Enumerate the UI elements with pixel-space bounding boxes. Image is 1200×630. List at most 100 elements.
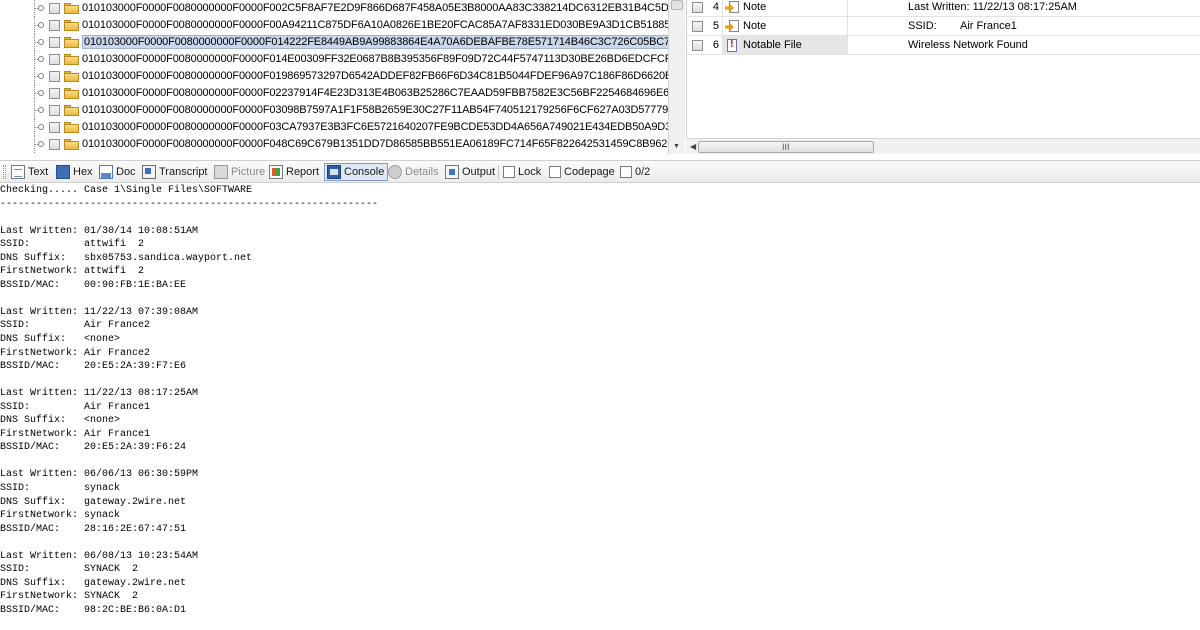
- hex-view-label: Hex: [73, 166, 93, 178]
- tree-node[interactable]: 010103000F0000F0080000000F0000F03098B759…: [0, 102, 668, 119]
- codepage-checkbox[interactable]: Codepage: [547, 163, 618, 181]
- console-line: Last Written: 01/30/14 10:08:51AM: [0, 225, 199, 237]
- console-line: Checking..... Case 1\Single Files\SOFTWA…: [0, 185, 253, 196]
- tree-scroll-thumb[interactable]: [671, 0, 683, 10]
- row-number: 6: [712, 39, 719, 51]
- note-icon: [725, 0, 740, 15]
- transcript-view-button[interactable]: Transcript: [140, 163, 211, 181]
- console-line: FirstNetwork: attwifi 2: [0, 266, 145, 278]
- row-checkbox[interactable]: [692, 40, 703, 51]
- lock-checkbox[interactable]: Lock: [501, 163, 544, 181]
- folder-body: [64, 56, 79, 65]
- doc-icon: [99, 165, 113, 179]
- row-type: Note: [743, 1, 767, 13]
- hit-count-checkbox[interactable]: 0/2: [618, 163, 653, 181]
- console-line: SSID: SYNACK 2: [0, 564, 139, 576]
- tree-node-checkbox[interactable]: [49, 71, 60, 82]
- details-icon: [388, 165, 402, 179]
- console-line: SSID: Air France2: [0, 320, 151, 332]
- lock-label: Lock: [518, 166, 542, 178]
- folder-icon: [64, 37, 79, 48]
- console-line: DNS Suffix: gateway.2wire.net: [0, 496, 187, 508]
- tree-node[interactable]: 010103000F0000F0080000000F0000F002C5F8AF…: [0, 0, 668, 17]
- hex-view-button[interactable]: Hex: [54, 163, 96, 181]
- folder-body: [64, 124, 79, 133]
- tree-node-checkbox[interactable]: [49, 139, 60, 150]
- tree-node[interactable]: 010103000F0000F0080000000F0000F019869573…: [0, 68, 668, 85]
- folder-body: [64, 5, 79, 14]
- console-line: SSID: attwifi 2: [0, 239, 145, 251]
- folder-icon: [64, 3, 79, 14]
- tree-node[interactable]: 010103000F0000F0080000000F0000F03CA7937E…: [0, 119, 668, 136]
- column-divider: [722, 0, 723, 17]
- console-view-button[interactable]: Console: [324, 163, 389, 181]
- tree-node-checkbox[interactable]: [49, 20, 60, 31]
- table-horizontal-scrollbar[interactable]: ◀ III: [686, 138, 1200, 154]
- console-line: DNS Suffix: <none>: [0, 415, 121, 427]
- tree-node-checkbox[interactable]: [49, 37, 60, 48]
- tree-node[interactable]: 010103000F0000F0080000000F0000F02237914F…: [0, 85, 668, 102]
- tree-node-checkbox[interactable]: [49, 88, 60, 99]
- table-row[interactable]: 4 Note Last Written: 11/22/13 08:17:25AM: [687, 0, 1200, 17]
- row-checkbox[interactable]: [692, 21, 703, 32]
- folder-body: [64, 90, 79, 99]
- console-line: BSSID/MAC: 28:16:2E:67:47:51: [0, 523, 187, 535]
- tree-node-checkbox[interactable]: [49, 122, 60, 133]
- console-line: Last Written: 11/22/13 07:39:08AM: [0, 306, 199, 318]
- tree-node[interactable]: 010103000F0000F0080000000F0000F00A94211C…: [0, 17, 668, 34]
- tree-connector: [30, 85, 44, 102]
- console-line: DNS Suffix: gateway.2wire.net: [0, 577, 187, 589]
- folder-icon: [64, 88, 79, 99]
- tree-node-bullet-icon: [38, 90, 44, 96]
- tree-node-label: 010103000F0000F0080000000F0000F048C69C67…: [82, 138, 668, 150]
- console-line: DNS Suffix: <none>: [0, 334, 121, 346]
- console-output: Checking..... Case 1\Single Files\SOFTWA…: [0, 184, 1200, 630]
- folder-body: [64, 73, 79, 82]
- table-row[interactable]: 5 Note SSID: Air France1: [687, 17, 1200, 36]
- doc-view-label: Doc: [116, 166, 136, 178]
- row-checkbox[interactable]: [692, 2, 703, 13]
- tree-connector: [30, 34, 44, 51]
- row-type: Notable File: [743, 39, 802, 51]
- transcript-view-label: Transcript: [159, 166, 208, 178]
- column-divider: [722, 17, 723, 36]
- row-type: Note: [743, 20, 767, 32]
- tree-node-label: 010103000F0000F0080000000F0000F002C5F8AF…: [82, 2, 668, 14]
- folder-icon: [64, 54, 79, 65]
- toolbar-grip[interactable]: [3, 165, 6, 179]
- doc-view-button[interactable]: Doc: [97, 163, 139, 181]
- text-view-label: Text: [28, 166, 49, 178]
- tree-node-checkbox[interactable]: [49, 54, 60, 65]
- output-view-button[interactable]: Output: [443, 163, 498, 181]
- console-view-label: Console: [344, 166, 385, 178]
- column-divider: [847, 17, 848, 36]
- details-view-button[interactable]: Details: [386, 163, 442, 181]
- table-scroll-thumb[interactable]: III: [698, 141, 874, 153]
- tree-node-checkbox[interactable]: [49, 3, 60, 14]
- tree-node-label: 010103000F0000F0080000000F0000F019869573…: [82, 70, 668, 82]
- hit-count-checkbox-box[interactable]: [620, 166, 632, 178]
- tree-vertical-scrollbar[interactable]: ▼: [668, 0, 685, 154]
- report-view-button[interactable]: Report: [267, 163, 322, 181]
- tree-node[interactable]: 010103000F0000F0080000000F0000F014222FE8…: [0, 34, 668, 51]
- picture-view-button[interactable]: Picture: [212, 163, 268, 181]
- console-line: BSSID/MAC: 00:90:FB:1E:BA:EE: [0, 279, 187, 291]
- folder-icon: [64, 105, 79, 116]
- tree-node[interactable]: 010103000F0000F0080000000F0000F014E00309…: [0, 51, 668, 68]
- row-comment-value: Air France1: [960, 20, 1017, 32]
- console-line: ----------------------------------------…: [0, 198, 379, 210]
- toolbar-separator: [498, 165, 499, 179]
- lock-checkbox-box[interactable]: [503, 166, 515, 178]
- scroll-left-icon[interactable]: ◀: [690, 142, 696, 151]
- scroll-down-icon[interactable]: ▼: [673, 143, 680, 150]
- tree-node-bullet-icon: [38, 39, 44, 45]
- codepage-checkbox-box[interactable]: [549, 166, 561, 178]
- tree-node[interactable]: 010103000F0000F0080000000F0000F048C69C67…: [0, 136, 668, 153]
- text-view-button[interactable]: Text: [9, 163, 51, 181]
- tree-connector: [30, 136, 44, 153]
- tree-node-checkbox[interactable]: [49, 105, 60, 116]
- console-line: DNS Suffix: sbx05753.sandica.wayport.net: [0, 252, 253, 264]
- table-row[interactable]: 6! Notable File Wireless Network Found: [687, 36, 1200, 55]
- view-toolbar: Text Hex Doc Transcript Picture Report C…: [0, 160, 1200, 183]
